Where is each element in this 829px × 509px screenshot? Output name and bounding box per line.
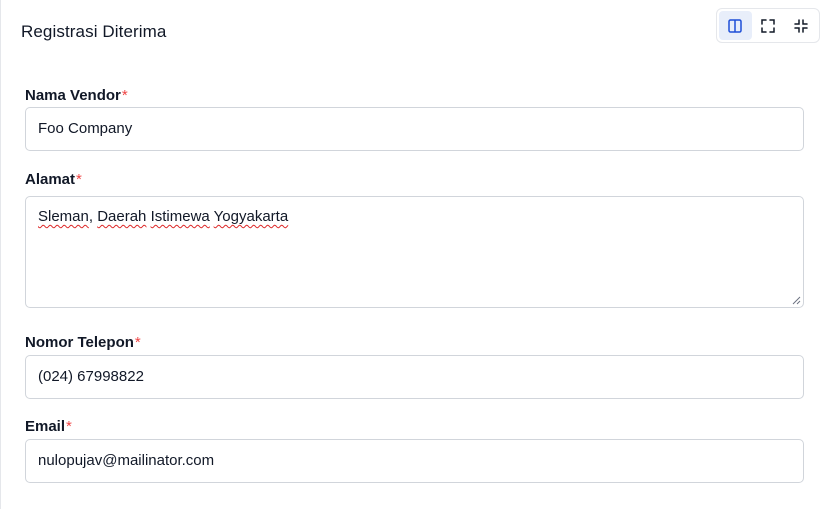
address-word: Daerah (97, 208, 147, 225)
address-word: Yogyakarta (213, 208, 289, 225)
panel-title: Registrasi Diterima (21, 22, 167, 41)
expand-icon (761, 18, 775, 33)
required-mark: * (121, 87, 128, 104)
email-input[interactable]: nulopujav@mailinator.com (25, 439, 804, 483)
required-mark: * (76, 171, 82, 188)
collapse-icon (793, 18, 808, 33)
exit-fullscreen-button[interactable] (784, 11, 817, 40)
phone-input[interactable]: (024) 67998822 (25, 355, 804, 399)
resize-grip-icon[interactable] (792, 296, 801, 305)
address-textarea[interactable]: Sleman, Daerah Istimewa Yogyakarta (25, 196, 804, 308)
vendor-name-label: Nama Vendor* (25, 87, 128, 104)
phone-label-text: Nomor Telepon (25, 334, 134, 351)
view-mode-toolbar (716, 8, 820, 43)
vendor-name-label-text: Nama Vendor (25, 87, 121, 104)
required-mark: * (66, 418, 72, 435)
email-label-text: Email (25, 418, 66, 435)
address-word: , (88, 208, 94, 225)
vendor-name-input[interactable]: Foo Company (25, 107, 804, 151)
address-label-text: Alamat (25, 171, 76, 188)
address-word: Istimewa (150, 208, 210, 225)
split-panel-icon (728, 18, 743, 33)
required-mark: * (134, 334, 141, 351)
address-word: Sleman (38, 208, 89, 225)
phone-label: Nomor Telepon* (25, 334, 141, 351)
address-label: Alamat* (25, 171, 82, 188)
split-view-button[interactable] (719, 11, 752, 40)
fullscreen-button[interactable] (752, 11, 785, 40)
panel-left-border (0, 0, 1, 509)
email-label: Email* (25, 418, 72, 435)
